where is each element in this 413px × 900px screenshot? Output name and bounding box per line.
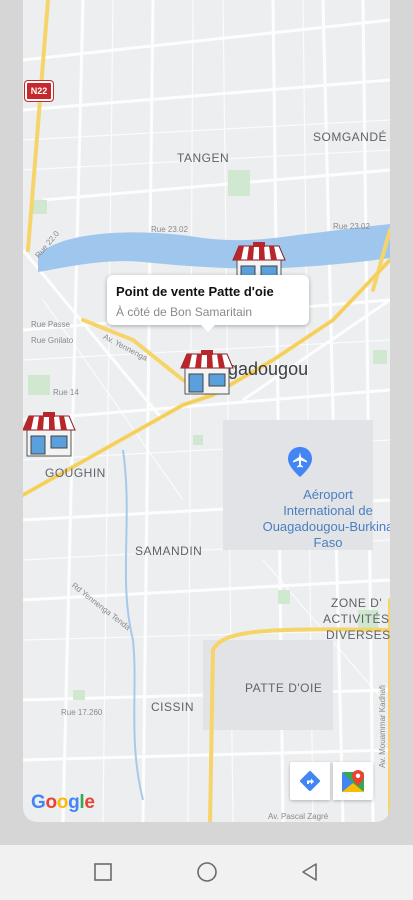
airport-icon[interactable] xyxy=(288,447,312,477)
district-label-zone-2: ACTIVITÉS xyxy=(323,612,390,626)
circle-icon xyxy=(197,862,217,882)
street-label: Rue 23.02 xyxy=(333,222,370,231)
google-logo-letter: e xyxy=(84,792,95,813)
airport-label-line2: International de xyxy=(283,503,373,518)
square-icon xyxy=(94,863,112,881)
district-label-tangen: TANGEN xyxy=(177,151,230,165)
directions-icon xyxy=(300,771,320,791)
city-label: gadougou xyxy=(228,359,309,379)
district-label-cissin: CISSIN xyxy=(151,700,195,714)
back-button[interactable] xyxy=(297,859,323,885)
street-label: Rue 14 xyxy=(53,388,79,397)
street-label: Rue Gnilato xyxy=(31,336,74,345)
info-window-subtitle: À côté de Bon Samaritain xyxy=(116,305,253,319)
airport-label-line4: Faso xyxy=(313,535,343,550)
map-base xyxy=(23,0,390,822)
road-shield: N22 xyxy=(25,81,53,101)
district-label-somgande: SOMGANDÉ xyxy=(313,130,388,144)
district-label-zone-3: DIVERSES xyxy=(326,628,390,642)
system-navigation-bar xyxy=(0,845,413,900)
district-label-zone-1: ZONE D' xyxy=(331,596,383,610)
district-label-samandin: SAMANDIN xyxy=(135,544,203,558)
info-window-title: Point de vente Patte d'oie xyxy=(116,284,274,299)
directions-button[interactable] xyxy=(290,762,330,800)
airport-label-line1: Aéroport xyxy=(303,487,353,502)
google-logo: Google xyxy=(31,792,95,814)
street-label: Rue Passe xyxy=(31,320,71,329)
street-label: Rue 17.260 xyxy=(61,708,103,717)
street-label: Av. Mouammar Kadhafi xyxy=(377,685,387,768)
recents-button[interactable] xyxy=(90,859,116,885)
google-logo-letter: G xyxy=(31,792,46,813)
open-in-maps-button[interactable] xyxy=(333,762,373,800)
shop-marker-selected[interactable] xyxy=(179,350,235,396)
home-button[interactable] xyxy=(194,859,220,885)
map-view[interactable]: N22 TANGEN SOMGANDÉ GOUGHIN SAMANDIN ZON… xyxy=(23,0,390,822)
shop-marker[interactable] xyxy=(23,412,77,458)
google-maps-icon xyxy=(342,770,364,792)
app-screen: N22 TANGEN SOMGANDÉ GOUGHIN SAMANDIN ZON… xyxy=(0,0,413,900)
google-logo-letter: g xyxy=(68,792,80,813)
triangle-back-icon xyxy=(302,863,317,881)
street-label: Av. Pascal Zagré xyxy=(268,812,329,821)
airport-label: Aéroport International de Ouagadougou-Bu… xyxy=(258,487,390,551)
google-logo-letter: o xyxy=(45,792,57,813)
district-label-goughin: GOUGHIN xyxy=(45,466,106,480)
google-logo-letter: o xyxy=(56,792,69,813)
marker-info-window[interactable]: Point de vente Patte d'oie À côté de Bon… xyxy=(107,275,309,332)
district-label-patte-doie: PATTE D'OIE xyxy=(245,681,323,695)
airport-label-line3: Ouagadougou-Burkina xyxy=(262,519,390,534)
street-label: Rue 23.02 xyxy=(151,225,188,234)
